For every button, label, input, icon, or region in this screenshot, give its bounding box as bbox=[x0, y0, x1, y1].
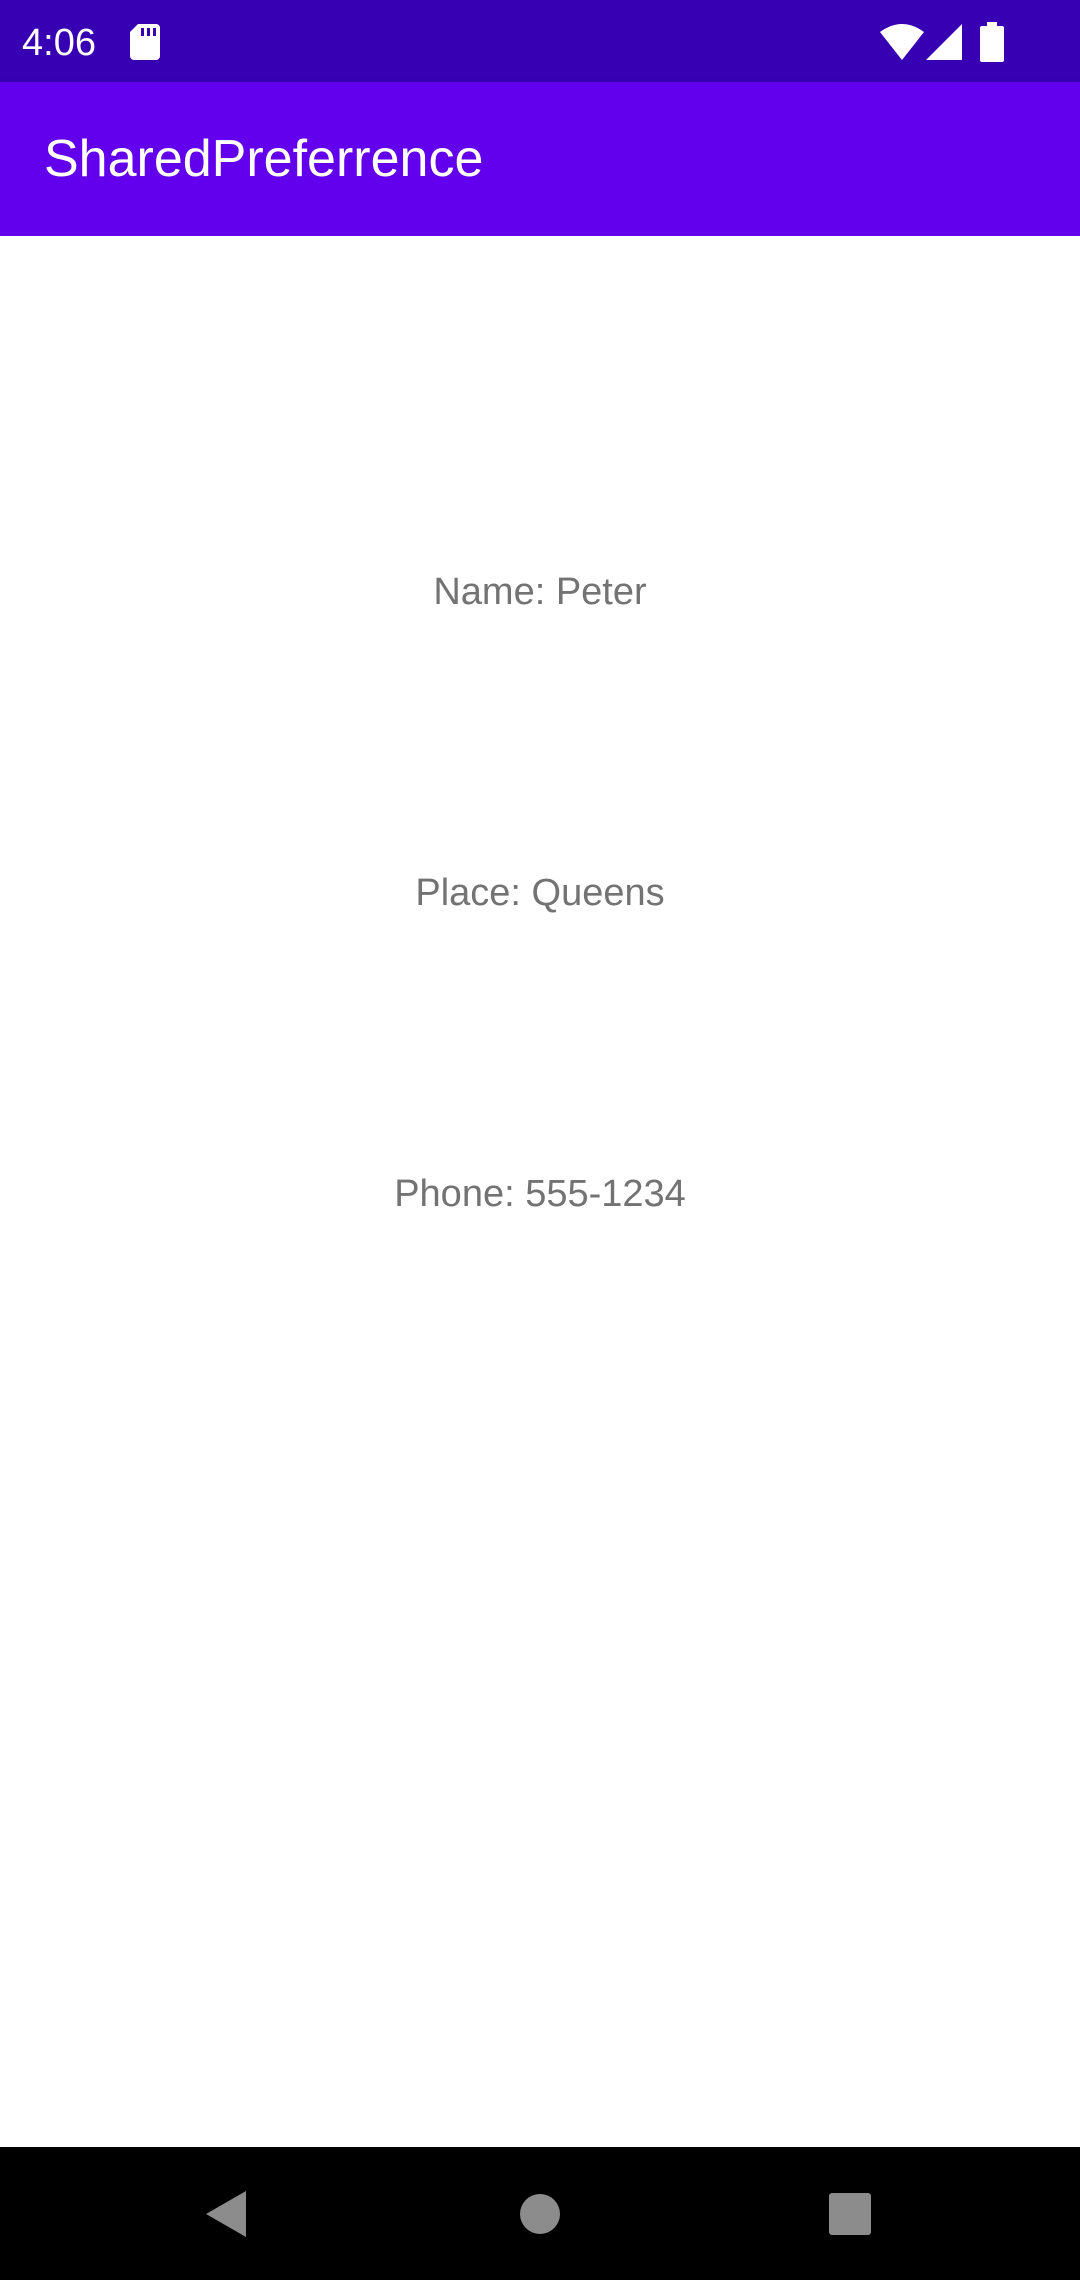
back-button[interactable] bbox=[146, 2147, 306, 2280]
battery-icon bbox=[980, 22, 1004, 62]
main-content: Name: Peter Place: Queens Phone: 555-123… bbox=[0, 236, 1080, 2147]
recents-icon bbox=[829, 2192, 871, 2235]
place-text: Place: Queens bbox=[415, 872, 665, 914]
app-bar: SharedPreferrence bbox=[0, 82, 1080, 236]
sd-card-icon bbox=[130, 24, 160, 60]
cell-signal-icon bbox=[926, 24, 962, 60]
status-bar: 4:06 bbox=[0, 0, 1080, 82]
status-time: 4:06 bbox=[22, 22, 96, 64]
wifi-icon bbox=[880, 24, 924, 60]
app-title: SharedPreferrence bbox=[44, 130, 484, 188]
home-button[interactable] bbox=[460, 2147, 620, 2280]
name-text: Name: Peter bbox=[433, 571, 647, 613]
recents-button[interactable] bbox=[770, 2147, 930, 2280]
back-icon bbox=[206, 2190, 246, 2237]
navigation-bar bbox=[0, 2147, 1080, 2280]
phone-text: Phone: 555-1234 bbox=[394, 1173, 686, 1215]
home-icon bbox=[520, 2193, 560, 2234]
